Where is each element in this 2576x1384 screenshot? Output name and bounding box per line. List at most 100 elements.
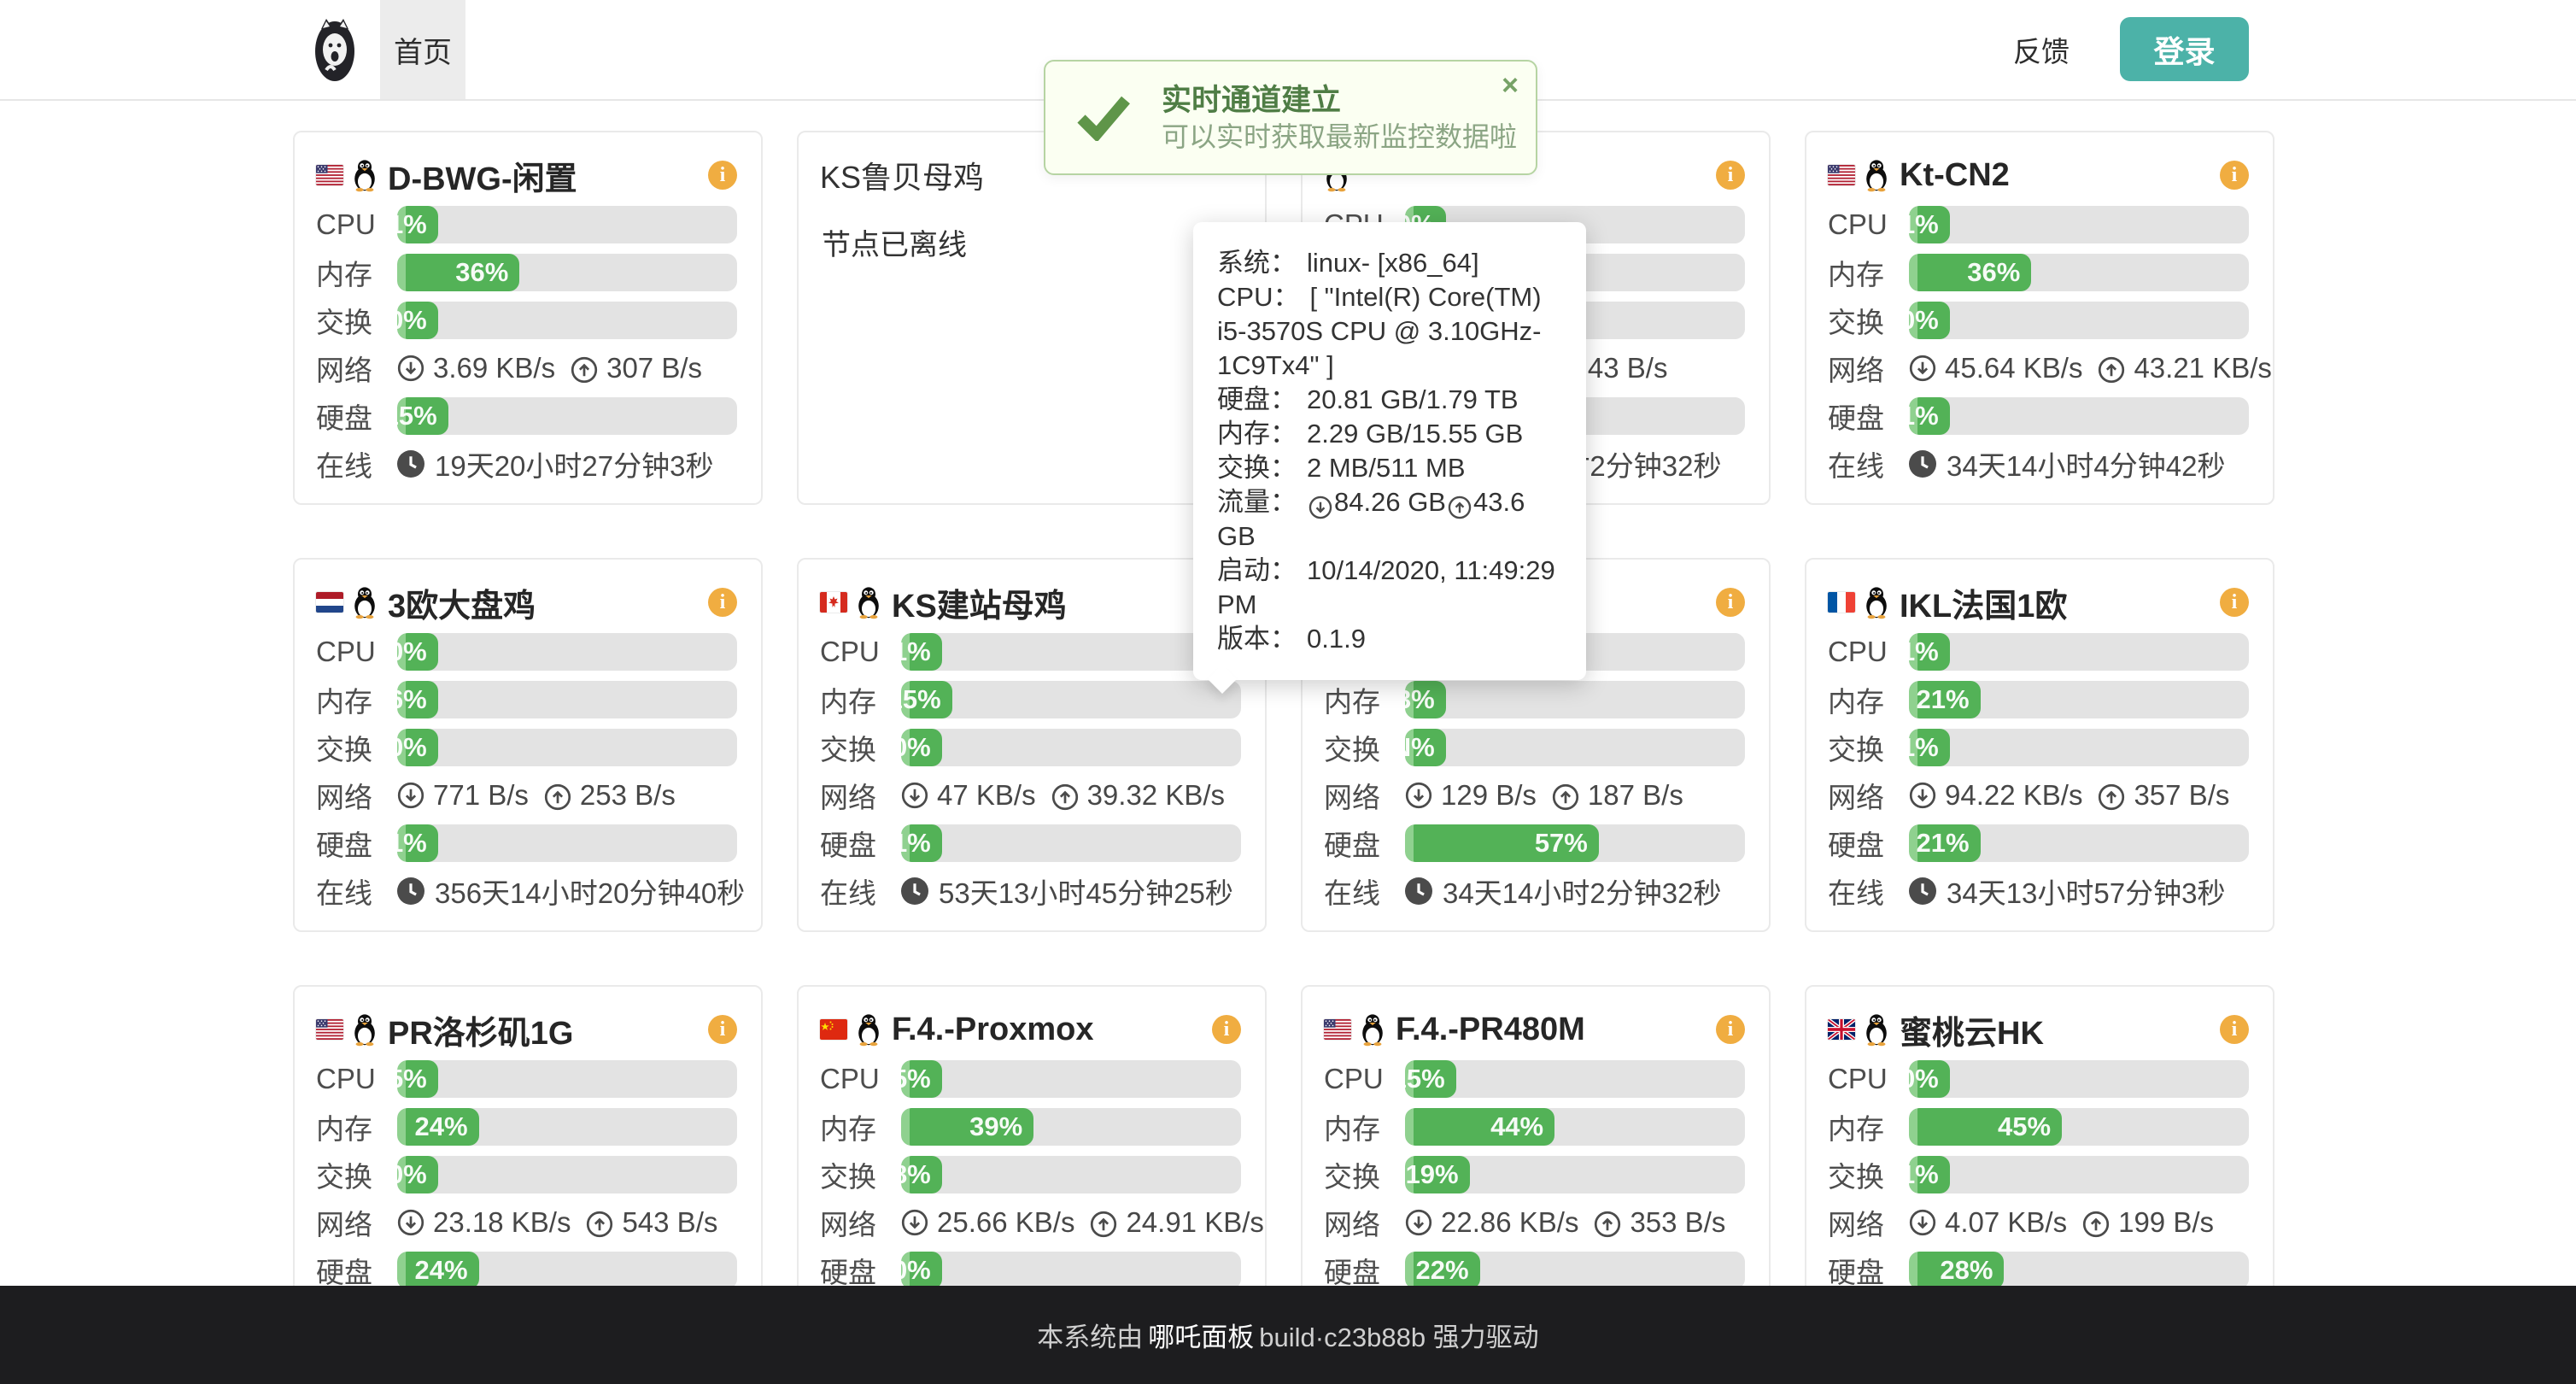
stat-label-disk: 硬盘 <box>316 823 397 864</box>
stat-label-swap: 交换 <box>820 727 901 768</box>
mem-bar-fill: 39% <box>901 1108 1033 1146</box>
server-card: IKL法国1欧 i CPU 1% 内存 21% 交换 1% <box>1805 558 2274 932</box>
stat-label-net: 网络 <box>316 1202 397 1243</box>
net-up-icon <box>2098 356 2125 384</box>
disk-bar-fill: 1% <box>901 824 942 862</box>
uptime-value-wrap: 19天20小时27分钟3秒 <box>397 443 713 484</box>
swap-bar-value: 1% <box>1909 732 1939 763</box>
stat-row-swap: 交换 0% <box>1828 302 2249 339</box>
uptime-value: 34天14小时2分钟32秒 <box>1443 871 1721 912</box>
tooltip-row: 启动：10/14/2020, 11:49:29 PM <box>1217 554 1569 622</box>
info-icon[interactable]: i <box>1716 588 1745 617</box>
info-icon[interactable]: i <box>708 161 737 190</box>
swap-bar-track: 0% <box>397 729 737 766</box>
stat-row-mem: 内存 36% <box>1828 254 2249 291</box>
disk-bar-value: 24% <box>414 1255 467 1286</box>
stat-label-disk: 硬盘 <box>1828 396 1909 437</box>
cpu-bar-track: 1% <box>1909 633 2249 671</box>
stat-row-online: 在线 356天14小时20分钟40秒 <box>316 872 737 910</box>
info-icon[interactable]: i <box>1212 1015 1241 1044</box>
disk-bar-fill: 24% <box>397 1252 479 1289</box>
uptime-value: 19天20小时27分钟3秒 <box>435 443 713 484</box>
info-icon[interactable]: i <box>1716 161 1745 190</box>
stat-label-net: 网络 <box>316 775 397 816</box>
tooltip-row: CPU：[ "Intel(R) Core(TM) i5-3570S CPU @ … <box>1217 280 1569 383</box>
stat-row-mem: 内存 39% <box>820 1108 1241 1146</box>
info-icon[interactable]: i <box>1716 1015 1745 1044</box>
swap-bar-fill: 0% <box>1909 302 1950 339</box>
disk-bar-value: 1% <box>901 828 931 859</box>
site-logo[interactable] <box>314 15 355 82</box>
stat-label-disk: 硬盘 <box>1324 823 1405 864</box>
linux-tux-icon <box>1864 158 1889 192</box>
card-header: F.4.-Proxmox i <box>820 1002 1241 1057</box>
cpu-bar-fill: 1% <box>1909 633 1950 671</box>
info-icon[interactable]: i <box>2220 588 2249 617</box>
disk-bar-value: 21% <box>1917 828 1970 859</box>
cpu-bar-track: 1% <box>901 633 1241 671</box>
net-down-value: 129 B/s <box>1441 779 1537 812</box>
mem-bar-fill: 24% <box>397 1108 479 1146</box>
net-down-value: 25.66 KB/s <box>937 1206 1074 1239</box>
footer-prefix: 本系统由 <box>1037 1316 1143 1354</box>
tab-home[interactable]: 首页 <box>380 0 465 99</box>
uptime-clock-icon <box>1909 877 1936 905</box>
net-down-value: 47 KB/s <box>937 779 1036 812</box>
toast-close-icon[interactable]: × <box>1502 68 1519 103</box>
net-down-value: 22.86 KB/s <box>1441 1206 1578 1239</box>
mem-bar-value: 21% <box>1917 684 1970 715</box>
card-header: 3欧大盘鸡 i <box>316 575 737 630</box>
card-header: PR洛杉矶1G i <box>316 1002 737 1057</box>
disk-bar-track: 15% <box>397 397 737 435</box>
cpu-bar-fill: 0% <box>397 633 438 671</box>
country-flag-icon-us <box>1828 165 1855 185</box>
stat-label-disk: 硬盘 <box>316 396 397 437</box>
info-icon[interactable]: i <box>708 1015 737 1044</box>
linux-tux-icon <box>1864 1012 1889 1047</box>
swap-bar-track: 8% <box>901 1156 1241 1193</box>
tooltip-row: 硬盘：20.81 GB/1.79 TB <box>1217 383 1569 417</box>
stat-label-cpu: CPU <box>1828 636 1909 668</box>
stat-row-online: 在线 53天13小时45分钟25秒 <box>820 872 1241 910</box>
stat-row-cpu: CPU 1% <box>1828 633 2249 671</box>
stat-row-net: 网络 129 B/s 187 B/s <box>1324 777 1745 814</box>
stat-row-net: 网络 771 B/s 253 B/s <box>316 777 737 814</box>
disk-bar-fill: 28% <box>1909 1252 2004 1289</box>
net-values: 22.86 KB/s 353 B/s <box>1405 1206 1725 1239</box>
swap-bar-value: 0% <box>397 1159 427 1190</box>
cpu-bar-fill: 1% <box>901 633 942 671</box>
card-header: 蜜桃云HK i <box>1828 1002 2249 1057</box>
info-icon[interactable]: i <box>2220 1015 2249 1044</box>
login-button[interactable]: 登录 <box>2120 17 2249 81</box>
stat-label-cpu: CPU <box>820 1063 901 1095</box>
tooltip-label: 内存： <box>1217 419 1297 449</box>
net-up-value: 24.91 KB/s <box>1126 1206 1263 1239</box>
mem-bar-value: 45% <box>1998 1111 2051 1142</box>
country-flag-icon-cn <box>820 1019 847 1040</box>
stat-row-disk: 硬盘 28% <box>1828 1252 2249 1289</box>
info-icon[interactable]: i <box>2220 161 2249 190</box>
success-check-icon <box>1076 95 1131 141</box>
net-down-icon <box>397 355 424 382</box>
info-icon[interactable]: i <box>708 588 737 617</box>
stat-row-mem: 内存 6% <box>316 681 737 718</box>
stat-row-net: 网络 45.64 KB/s 43.21 KB/s <box>1828 349 2249 387</box>
feedback-link[interactable]: 反馈 <box>2013 0 2070 99</box>
net-values: 3.69 KB/s 307 B/s <box>397 352 702 384</box>
disk-bar-track: 28% <box>1909 1252 2249 1289</box>
stat-label-cpu: CPU <box>316 208 397 241</box>
cpu-bar-value: 1% <box>901 636 931 667</box>
server-name: F.4.-Proxmox <box>892 1012 1094 1048</box>
disk-bar-fill: 15% <box>397 397 448 435</box>
card-header: KS建站母鸡 i <box>820 575 1241 630</box>
mem-bar-value: 36% <box>1967 257 2020 288</box>
uptime-clock-icon <box>1909 450 1936 478</box>
cpu-bar-track: 1% <box>397 206 737 243</box>
disk-bar-value: 10% <box>901 1255 931 1286</box>
net-values: 45.64 KB/s 43.21 KB/s <box>1909 352 2272 384</box>
stat-label-net: 网络 <box>1324 1202 1405 1243</box>
cpu-bar-track: 5% <box>397 1060 737 1098</box>
mem-bar-track: 44% <box>1405 1108 1745 1146</box>
footer-panel-link[interactable]: 哪吒面板 <box>1148 1316 1254 1354</box>
uptime-clock-icon <box>1405 877 1432 905</box>
